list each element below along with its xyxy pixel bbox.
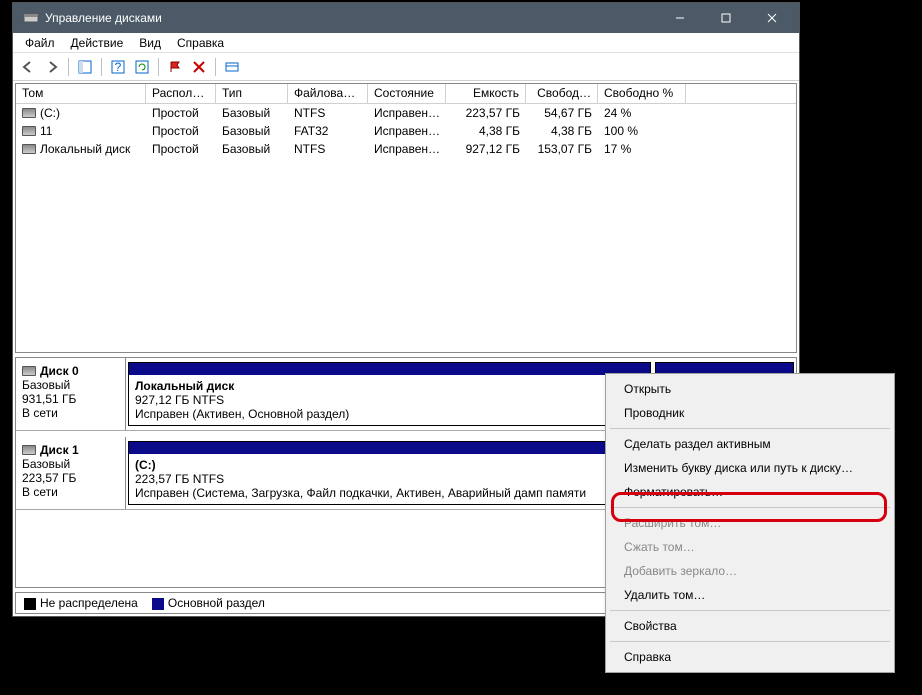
context-menu-item: Сжать том… (608, 535, 892, 559)
volume-name: 11 (40, 124, 52, 138)
context-menu-item: Расширить том… (608, 511, 892, 535)
disk-name: Диск 1 (40, 443, 79, 457)
volume-icon (22, 108, 36, 118)
table-header: Том Располо… Тип Файловая с… Состояние Е… (16, 84, 796, 104)
toolbar: ? (13, 53, 799, 81)
menu-help[interactable]: Справка (169, 34, 232, 52)
disk-icon (22, 366, 36, 376)
context-menu-item[interactable]: Проводник (608, 401, 892, 425)
forward-button[interactable] (41, 56, 63, 78)
col-status[interactable]: Состояние (368, 84, 446, 103)
disk-state: В сети (22, 485, 119, 499)
close-button[interactable] (749, 3, 795, 33)
col-capacity[interactable]: Емкость (446, 84, 526, 103)
disk-name: Диск 0 (40, 364, 79, 378)
context-menu-item[interactable]: Форматировать… (608, 480, 892, 504)
volume-icon (22, 126, 36, 136)
context-menu-item[interactable]: Сделать раздел активным (608, 432, 892, 456)
menu-file[interactable]: Файл (17, 34, 63, 52)
titlebar[interactable]: Управление дисками (13, 3, 799, 33)
volume-name: (C:) (40, 106, 60, 120)
col-fs[interactable]: Файловая с… (288, 84, 368, 103)
partition[interactable]: Локальный диск 927,12 ГБ NTFS Исправен (… (128, 362, 651, 426)
back-button[interactable] (17, 56, 39, 78)
app-icon (23, 10, 39, 26)
table-row[interactable]: 11 Простой Базовый FAT32 Исправен… 4,38 … (16, 122, 796, 140)
disk-icon (22, 445, 36, 455)
context-menu-item[interactable]: Свойства (608, 614, 892, 638)
legend-unallocated: Не распределена (40, 596, 138, 610)
partition-title: Локальный диск (135, 379, 644, 393)
partition-status: Исправен (Активен, Основной раздел) (135, 407, 644, 421)
menu-view[interactable]: Вид (131, 34, 169, 52)
col-volume[interactable]: Том (16, 84, 146, 103)
help-icon[interactable]: ? (107, 56, 129, 78)
context-menu-item[interactable]: Справка (608, 645, 892, 669)
disk-state: В сети (22, 406, 119, 420)
disk-type: Базовый (22, 378, 119, 392)
partition-bar (129, 363, 650, 375)
context-menu-item[interactable]: Открыть (608, 377, 892, 401)
menu-separator (610, 641, 890, 642)
menu-separator (610, 610, 890, 611)
maximize-button[interactable] (703, 3, 749, 33)
delete-icon[interactable] (188, 56, 210, 78)
volume-table: Том Располо… Тип Файловая с… Состояние Е… (15, 83, 797, 353)
refresh-icon[interactable] (131, 56, 153, 78)
table-row[interactable]: (C:) Простой Базовый NTFS Исправен… 223,… (16, 104, 796, 122)
volume-icon (22, 144, 36, 154)
context-menu-item[interactable]: Изменить букву диска или путь к диску… (608, 456, 892, 480)
disk-size: 223,57 ГБ (22, 471, 119, 485)
flag-icon[interactable] (164, 56, 186, 78)
disk-info[interactable]: Диск 1 Базовый 223,57 ГБ В сети (16, 437, 126, 509)
col-freepct[interactable]: Свободно % (598, 84, 686, 103)
window-title: Управление дисками (45, 11, 657, 25)
list-icon[interactable] (221, 56, 243, 78)
menu-separator (610, 428, 890, 429)
context-menu-item[interactable]: Удалить том… (608, 583, 892, 607)
col-layout[interactable]: Располо… (146, 84, 216, 103)
menu-separator (610, 507, 890, 508)
disk-size: 931,51 ГБ (22, 392, 119, 406)
table-row[interactable]: Локальный диск Простой Базовый NTFS Испр… (16, 140, 796, 158)
volume-name: Локальный диск (40, 142, 130, 156)
menubar: Файл Действие Вид Справка (13, 33, 799, 53)
legend-primary: Основной раздел (168, 596, 265, 610)
col-free[interactable]: Свобод… (526, 84, 598, 103)
disk-info[interactable]: Диск 0 Базовый 931,51 ГБ В сети (16, 358, 126, 430)
menu-action[interactable]: Действие (63, 34, 132, 52)
panel-icon[interactable] (74, 56, 96, 78)
context-menu-item: Добавить зеркало… (608, 559, 892, 583)
disk-type: Базовый (22, 457, 119, 471)
minimize-button[interactable] (657, 3, 703, 33)
col-type[interactable]: Тип (216, 84, 288, 103)
svg-text:?: ? (115, 60, 122, 74)
context-menu: ОткрытьПроводник Сделать раздел активнымИ… (605, 373, 895, 673)
partition-size: 927,12 ГБ NTFS (135, 393, 644, 407)
